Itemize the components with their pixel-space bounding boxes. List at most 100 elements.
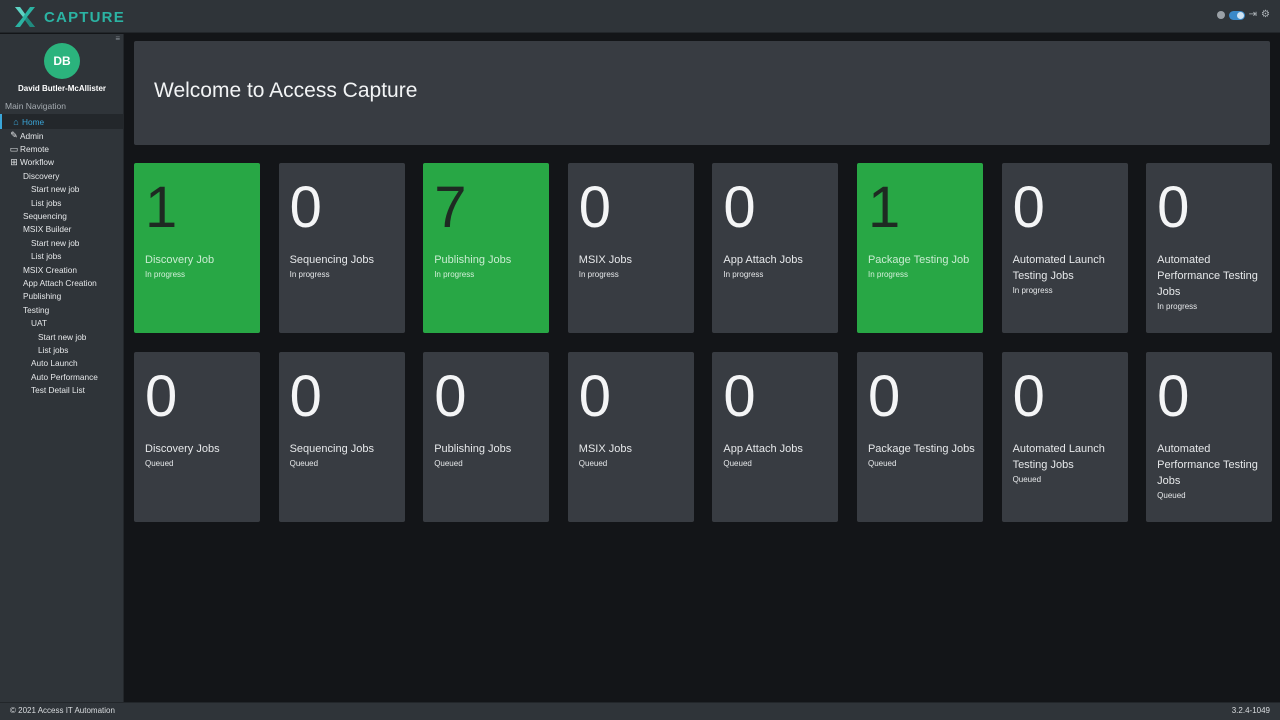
- tile-publishing-queued[interactable]: 0 Publishing Jobs Queued: [423, 352, 550, 522]
- tile-label: MSIX Jobs In progress: [579, 252, 686, 282]
- sidebar-item-label: Discovery: [23, 170, 60, 181]
- sidebar-item-label: List jobs: [38, 344, 69, 355]
- tile-count: 0: [1157, 364, 1190, 429]
- tile-count: 0: [1012, 175, 1045, 240]
- sidebar-item-msix-creation[interactable]: MSIX Creation: [0, 263, 124, 276]
- copyright-text: © 2021 Access IT Automation: [10, 706, 115, 715]
- tile-status: In progress: [145, 270, 186, 279]
- sidebar-item-app-attach-creation[interactable]: App Attach Creation: [0, 276, 124, 289]
- sidebar-item-sequencing[interactable]: Sequencing: [0, 209, 124, 222]
- sidebar-item-label: App Attach Creation: [23, 277, 97, 288]
- theme-toggle[interactable]: [1228, 10, 1245, 20]
- tile-label: Automated Performance Testing Jobs In pro…: [1157, 252, 1264, 314]
- tile-app-attach-in-progress[interactable]: 0 App Attach Jobs In progress: [712, 163, 839, 333]
- sidebar-item-msix-list-jobs[interactable]: List jobs: [0, 250, 124, 263]
- tile-label: Publishing Jobs Queued: [434, 441, 541, 471]
- exit-icon[interactable]: ⇥: [1249, 10, 1257, 20]
- tile-label: Sequencing Jobs Queued: [290, 441, 397, 471]
- tile-count: 0: [578, 364, 612, 429]
- tile-discovery-in-progress[interactable]: 1 Discovery Job In progress: [134, 163, 260, 333]
- tile-automated-performance-in-progress[interactable]: 0 Automated Performance Testing Jobs In p…: [1146, 163, 1273, 333]
- tile-count: 0: [867, 364, 901, 429]
- sidebar-item-discovery-list-jobs[interactable]: List jobs: [0, 196, 124, 209]
- tile-discovery-queued[interactable]: 0 Discovery Jobs Queued: [134, 352, 260, 522]
- sidebar-item-auto-performance[interactable]: Auto Performance: [0, 370, 124, 383]
- tile-status: In progress: [1012, 286, 1053, 295]
- capture-x-logo-icon: [12, 4, 38, 30]
- sidebar-item-label: Publishing: [23, 291, 62, 302]
- sidebar-item-label: Start new job: [31, 237, 80, 248]
- sidebar-item-workflow[interactable]: ⊞ Workflow: [0, 156, 124, 169]
- page-title: Welcome to Access Capture: [154, 79, 418, 102]
- tile-count: 0: [1157, 175, 1190, 240]
- sidebar-item-discovery-start-new-job[interactable]: Start new job: [0, 183, 124, 196]
- sidebar-item-label: Sequencing: [23, 211, 67, 222]
- sidebar-item-auto-launch[interactable]: Auto Launch: [0, 357, 124, 370]
- sidebar-item-label: UAT: [31, 318, 47, 329]
- tile-package-testing-in-progress[interactable]: 1 Package Testing Job In progress: [856, 163, 983, 333]
- tile-status: Queued: [434, 459, 463, 468]
- avatar[interactable]: DB: [44, 43, 80, 79]
- tile-package-testing-queued[interactable]: 0 Package Testing Jobs Queued: [856, 352, 983, 522]
- sidebar-item-uat-start-new-job[interactable]: Start new job: [0, 330, 124, 343]
- tile-label: App Attach Jobs In progress: [723, 252, 830, 282]
- tile-label: MSIX Jobs Queued: [579, 441, 686, 471]
- tile-label: App Attach Jobs Queued: [723, 441, 830, 471]
- sidebar-item-admin[interactable]: ✎ Admin: [0, 129, 124, 142]
- tile-sequencing-queued[interactable]: 0 Sequencing Jobs Queued: [278, 352, 405, 522]
- tile-label: Publishing Jobs In progress: [434, 252, 541, 282]
- status-dot-icon[interactable]: [1216, 11, 1225, 19]
- sidebar-item-testing[interactable]: Testing: [0, 303, 124, 316]
- sidebar-collapse-icon[interactable]: ≡: [115, 34, 120, 43]
- tile-status: Queued: [289, 459, 319, 468]
- tile-label: Package Testing Job In progress: [868, 252, 975, 282]
- tile-sequencing-in-progress[interactable]: 0 Sequencing Jobs In progress: [278, 163, 405, 333]
- welcome-banner: Welcome to Access Capture: [134, 41, 1270, 145]
- tile-status: Queued: [867, 459, 897, 468]
- sidebar-item-home[interactable]: ⌂ Home: [0, 114, 124, 129]
- tile-label: Discovery Job In progress: [145, 252, 252, 282]
- wrench-icon: ✎: [10, 130, 18, 141]
- tile-count: 0: [723, 175, 756, 240]
- topbar-controls: ⇥ ⚙: [1216, 10, 1270, 20]
- tile-automated-launch-queued[interactable]: 0 Automated Launch Testing Jobs Queued: [1001, 352, 1128, 522]
- sitemap-icon: ⊞: [10, 156, 18, 167]
- tile-status: In progress: [289, 270, 330, 279]
- sidebar-item-test-detail-list[interactable]: Test Detail List: [0, 383, 124, 396]
- tile-msix-queued[interactable]: 0 MSIX Jobs Queued: [567, 352, 694, 522]
- sidebar: ≡ DB David Butler-McAllister Main Naviga…: [0, 34, 124, 702]
- tile-label: Automated Launch Testing Jobs Queued: [1013, 441, 1120, 487]
- app-logo[interactable]: CAPTURE: [12, 4, 125, 30]
- tile-status: In progress: [867, 270, 908, 279]
- sidebar-item-uat[interactable]: UAT: [0, 316, 124, 329]
- tile-automated-launch-in-progress[interactable]: 0 Automated Launch Testing Jobs In progre…: [1001, 163, 1128, 333]
- sidebar-item-publishing[interactable]: Publishing: [0, 290, 124, 303]
- tile-status: Queued: [723, 459, 752, 468]
- tile-label: Automated Launch Testing Jobs In progress: [1013, 252, 1120, 298]
- sidebar-item-uat-list-jobs[interactable]: List jobs: [0, 343, 124, 356]
- tile-app-attach-queued[interactable]: 0 App Attach Jobs Queued: [712, 352, 839, 522]
- tile-publishing-in-progress[interactable]: 7 Publishing Jobs In progress: [423, 163, 550, 333]
- tile-status: Queued: [1012, 475, 1042, 484]
- settings-icon[interactable]: ⚙: [1261, 10, 1270, 20]
- sidebar-item-discovery[interactable]: Discovery: [0, 169, 124, 182]
- tile-status: Queued: [1157, 491, 1186, 500]
- top-bar: CAPTURE ⇥ ⚙: [0, 0, 1280, 33]
- tile-label: Discovery Jobs Queued: [145, 441, 252, 471]
- sidebar-item-remote[interactable]: ▭ Remote: [0, 142, 124, 155]
- sidebar-item-msix-start-new-job[interactable]: Start new job: [0, 236, 124, 249]
- sidebar-item-label: Testing: [23, 304, 50, 315]
- tile-status: In progress: [1157, 302, 1198, 311]
- tile-count: 0: [289, 364, 322, 429]
- tile-status: Queued: [145, 459, 174, 468]
- tile-count: 0: [145, 364, 178, 429]
- user-name: David Butler-McAllister: [17, 84, 107, 93]
- tile-msix-in-progress[interactable]: 0 MSIX Jobs In progress: [567, 163, 694, 333]
- sidebar-item-label: Auto Launch: [31, 358, 78, 369]
- tile-automated-performance-queued[interactable]: 0 Automated Performance Testing Jobs Queu…: [1146, 352, 1273, 522]
- sidebar-item-label: MSIX Builder: [23, 224, 72, 235]
- footer: © 2021 Access IT Automation 3.2.4-1049: [0, 702, 1280, 720]
- sidebar-item-label: Home: [22, 116, 45, 127]
- sidebar-item-msix-builder[interactable]: MSIX Builder: [0, 223, 124, 236]
- tile-label: Package Testing Jobs Queued: [868, 441, 975, 471]
